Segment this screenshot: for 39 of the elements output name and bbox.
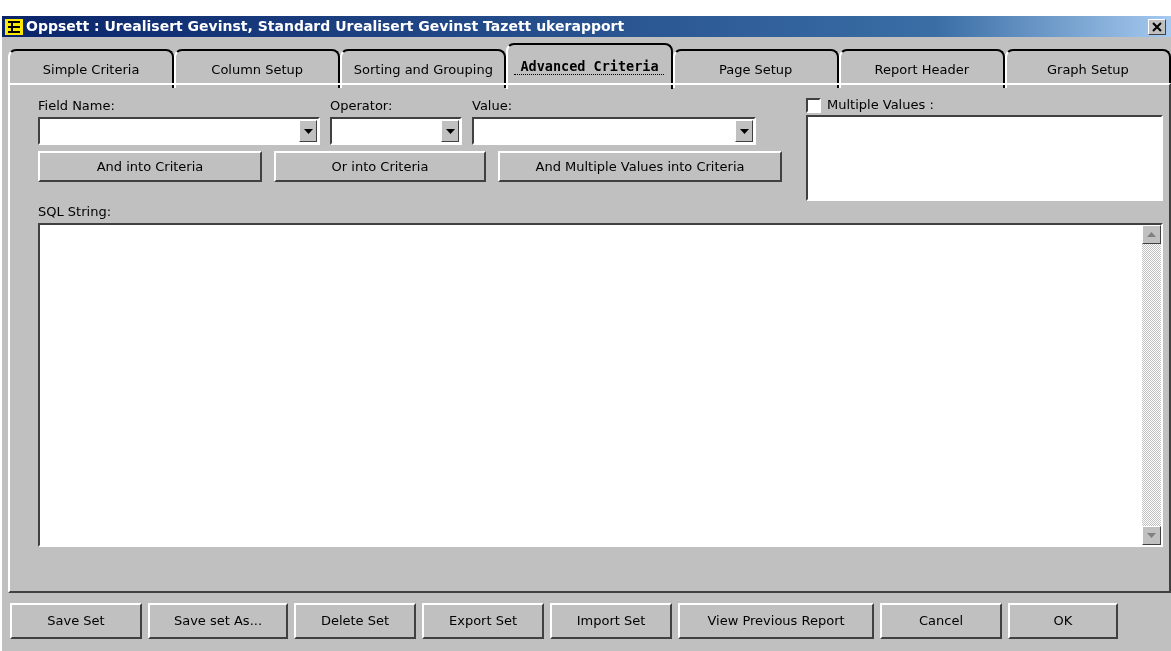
dropdown-arrow-icon (739, 128, 749, 134)
multiple-values-list[interactable] (806, 115, 1163, 201)
close-button[interactable] (1148, 18, 1166, 35)
dropdown-field[interactable] (472, 117, 756, 145)
criteria-button[interactable]: Or into Criteria (274, 151, 486, 182)
dropdown-field[interactable] (38, 117, 320, 145)
dropdown-field[interactable] (330, 117, 462, 145)
tab[interactable]: Column Setup (174, 49, 341, 88)
close-icon (1152, 21, 1162, 32)
dialog-button[interactable]: Export Set (422, 603, 544, 639)
dialog-button[interactable]: Save Set (10, 603, 142, 639)
tab[interactable]: Advanced Criteria (506, 43, 673, 89)
dialog-button[interactable]: Save set As... (148, 603, 288, 639)
sql-string-field[interactable] (38, 223, 1163, 547)
field-label: Value: (472, 97, 514, 115)
checkbox-label: Multiple Values : (827, 96, 934, 114)
dropdown-arrow-icon (303, 128, 313, 134)
dropdown-arrow-icon (445, 128, 455, 134)
tab[interactable]: Report Header (838, 49, 1005, 88)
dialog-button[interactable]: Cancel (880, 603, 1002, 639)
tab[interactable]: Simple Criteria (8, 49, 175, 88)
scroll-down-icon (1147, 533, 1156, 538)
field-label: Operator: (330, 97, 394, 115)
multiple-values-checkbox[interactable] (806, 97, 821, 113)
tab[interactable]: Sorting and Grouping (340, 49, 507, 88)
app-icon (5, 18, 23, 35)
scrollbar[interactable] (1142, 225, 1161, 545)
dialog-button[interactable]: View Previous Report (678, 603, 874, 639)
criteria-button[interactable]: And into Criteria (38, 151, 262, 182)
dialog-button[interactable]: Import Set (550, 603, 672, 639)
field-label: SQL String: (38, 203, 113, 221)
tab[interactable]: Graph Setup (1004, 49, 1171, 88)
field-label: Field Name: (38, 97, 116, 115)
dialog-button[interactable]: Delete Set (294, 603, 416, 639)
dialog-button[interactable]: OK (1008, 603, 1118, 639)
criteria-button[interactable]: And Multiple Values into Criteria (498, 151, 782, 182)
scroll-up-icon (1147, 232, 1156, 237)
window-title: Oppsett : Urealisert Gevinst, Standard Urealisert Gevinst Tazett ukerapport (26, 17, 626, 36)
tab[interactable]: Page Setup (672, 49, 839, 88)
